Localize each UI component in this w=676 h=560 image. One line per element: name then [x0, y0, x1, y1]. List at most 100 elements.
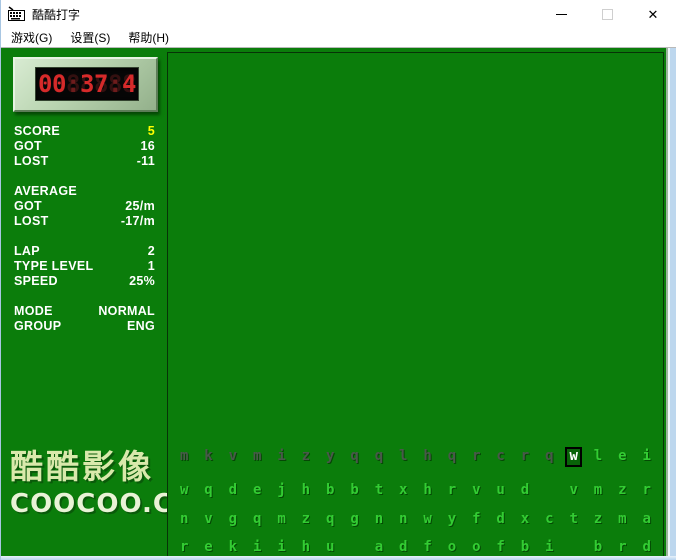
- falling-letter: l: [586, 447, 610, 465]
- led-digit: 8:: [66, 69, 80, 99]
- falling-letter: m: [610, 510, 634, 528]
- falling-letter: h: [294, 538, 318, 556]
- falling-letter: m: [172, 447, 196, 465]
- stat-label: LAP: [14, 244, 40, 259]
- falling-letter: g: [221, 510, 245, 528]
- timer-display: 80808:83878:84: [13, 57, 158, 112]
- falling-letter: q: [440, 447, 464, 465]
- falling-letter: q: [318, 510, 342, 528]
- falling-letter: z: [294, 447, 318, 465]
- timer-led-screen: 80808:83878:84: [35, 67, 139, 101]
- window-title: 酷酷打字: [32, 6, 80, 23]
- falling-letter: q: [537, 447, 561, 465]
- falling-letter: c: [537, 510, 561, 528]
- falling-letter: r: [172, 538, 196, 556]
- stat-row: AVERAGE: [14, 184, 155, 199]
- falling-letter: y: [440, 510, 464, 528]
- app-window: 酷酷打字 ✕ 游戏(G) 设置(S) 帮助(H) 80808:83878:84 …: [0, 0, 676, 560]
- menu-game[interactable]: 游戏(G): [11, 29, 52, 46]
- titlebar: 酷酷打字 ✕: [1, 0, 676, 28]
- falling-letter: l: [391, 447, 415, 465]
- falling-letter: i: [269, 538, 293, 556]
- falling-letter: f: [415, 538, 439, 556]
- falling-letter: e: [610, 447, 634, 465]
- falling-letter: g: [342, 510, 366, 528]
- falling-letter: h: [415, 447, 439, 465]
- falling-letter: v: [196, 510, 220, 528]
- stat-value: 25%: [129, 274, 155, 289]
- falling-letter: e: [196, 538, 220, 556]
- led-digit: 80: [52, 69, 66, 99]
- falling-letter: d: [635, 538, 659, 556]
- stat-group: LAP2TYPE LEVEL1SPEED25%: [14, 244, 155, 289]
- led-digit: 87: [94, 69, 108, 99]
- stat-row: GOT16: [14, 139, 155, 154]
- falling-letter: [562, 538, 586, 556]
- falling-letter: h: [415, 481, 439, 499]
- stat-row: GOT25/m: [14, 199, 155, 214]
- falling-letter: x: [513, 510, 537, 528]
- falling-letter: o: [464, 538, 488, 556]
- maximize-button[interactable]: [584, 0, 630, 28]
- play-field: mkvmizyqqlhqrcrqwleiwqdejhbbtxhrvudvmzrn…: [167, 52, 664, 557]
- falling-letter: k: [221, 538, 245, 556]
- led-digit: 83: [80, 69, 94, 99]
- stat-row: LAP 2: [14, 244, 155, 259]
- falling-letter: d: [513, 481, 537, 499]
- led-digit: 84: [122, 69, 136, 99]
- keyboard-icon: [8, 6, 26, 22]
- falling-letter: n: [367, 510, 391, 528]
- stat-group: MODENORMALGROUPENG: [14, 304, 155, 334]
- stat-value: 2: [148, 244, 155, 259]
- falling-letter: q: [245, 510, 269, 528]
- stat-group: AVERAGEGOT25/mLOST -17/m: [14, 184, 155, 229]
- falling-letter: b: [586, 538, 610, 556]
- falling-letter: d: [221, 481, 245, 499]
- falling-letter: r: [440, 481, 464, 499]
- falling-letter: a: [367, 538, 391, 556]
- falling-letter: v: [221, 447, 245, 465]
- target-letter: w: [562, 447, 586, 465]
- menu-help[interactable]: 帮助(H): [128, 29, 169, 46]
- falling-letter: z: [610, 481, 634, 499]
- falling-letter: z: [586, 510, 610, 528]
- falling-letter: i: [537, 538, 561, 556]
- minimize-button[interactable]: [538, 0, 584, 28]
- falling-letter: u: [488, 481, 512, 499]
- stat-value: 5: [148, 124, 155, 139]
- falling-letter: f: [464, 510, 488, 528]
- falling-letter: r: [610, 538, 634, 556]
- stat-value: -11: [137, 154, 155, 169]
- falling-letter: e: [245, 481, 269, 499]
- minimize-icon: [556, 14, 567, 15]
- stat-label: LOST: [14, 214, 49, 229]
- falling-letter: r: [464, 447, 488, 465]
- stat-value: 25/m: [125, 199, 155, 214]
- stat-value: -17/m: [121, 214, 155, 229]
- stat-label: LOST: [14, 154, 49, 169]
- letter-row: mkvmizyqqlhqrcrqwlei: [172, 447, 659, 465]
- game-content: 80808:83878:84 SCORE5GOT16LOST-11AVERAGE…: [1, 48, 676, 560]
- window-controls: ✕: [538, 0, 676, 28]
- falling-letter: v: [562, 481, 586, 499]
- window-bottom-frame: [1, 556, 676, 560]
- close-button[interactable]: ✕: [630, 0, 676, 28]
- stat-label: SPEED: [14, 274, 58, 289]
- falling-letter: v: [464, 481, 488, 499]
- falling-letter: t: [562, 510, 586, 528]
- menu-settings[interactable]: 设置(S): [70, 29, 110, 46]
- coocoo-logo: 酷酷影像 COOCOO.CC: [10, 440, 193, 519]
- falling-letter: b: [342, 481, 366, 499]
- stat-label: TYPE LEVEL: [14, 259, 93, 274]
- window-right-frame: [666, 48, 676, 560]
- falling-letter: f: [488, 538, 512, 556]
- led-digit: 80: [38, 69, 52, 99]
- stat-label: AVERAGE: [14, 184, 77, 199]
- stat-row: LOST -11: [14, 154, 155, 169]
- falling-letter: i: [635, 447, 659, 465]
- falling-letter: i: [269, 447, 293, 465]
- stat-row: SPEED 25%: [14, 274, 155, 289]
- falling-letter: a: [635, 510, 659, 528]
- stat-group: SCORE5GOT16LOST-11: [14, 124, 155, 169]
- falling-letter: q: [196, 481, 220, 499]
